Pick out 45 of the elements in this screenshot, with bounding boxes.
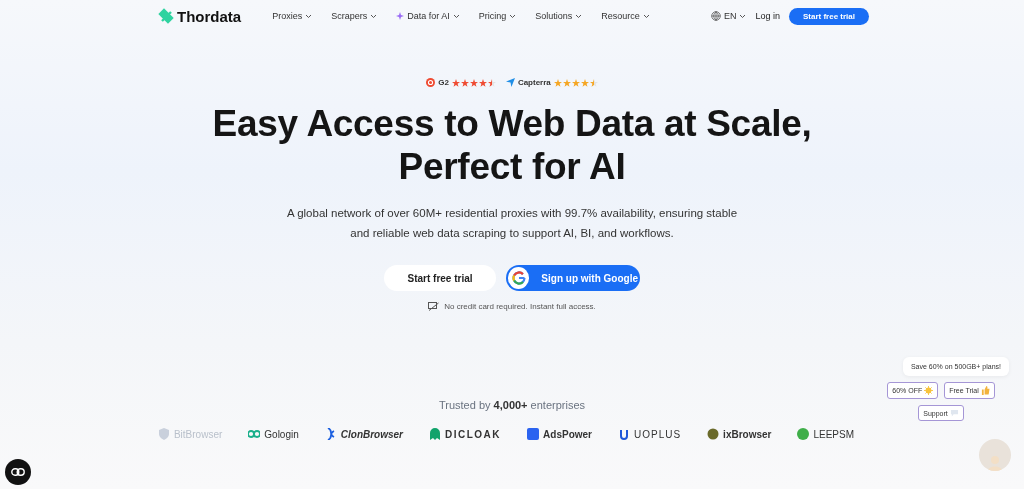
chat-button[interactable]: [5, 459, 31, 485]
chevron-down-icon: [509, 13, 517, 19]
speech-bubble-icon: [949, 409, 959, 417]
logo-icon: [158, 8, 174, 24]
chevron-down-icon: [575, 13, 583, 19]
partner-logo-name: UOPLUS: [634, 428, 682, 440]
arrow-flag-icon: [505, 78, 515, 87]
chevron-down-icon: [739, 13, 747, 19]
globe-icon: [710, 11, 721, 21]
partner-logo-name: Gologin: [264, 428, 299, 440]
card-icon: [428, 302, 440, 311]
sparkle-icon: [396, 12, 405, 20]
partner-logo-name: LEEPSM: [813, 428, 855, 440]
nav-menu-item[interactable]: Proxies: [272, 11, 313, 21]
rating-source: Capterra: [517, 78, 551, 87]
partner-logo-name: AdsPower: [543, 428, 592, 440]
nav-menu-item[interactable]: Pricing: [478, 11, 517, 21]
google-icon: [511, 271, 526, 285]
partner-logo-name: DICLOAK: [445, 428, 502, 440]
chevron-down-icon: [452, 13, 460, 19]
hero-subtitle: A global network of over 60M+ residential proxies with 99.7% availability, ensuring stable and reliable web data scraping to support AI, BI, and workflows.: [285, 206, 739, 241]
start-free-trial-button[interactable]: Start free trial: [384, 265, 496, 291]
chevron-down-icon: [370, 13, 378, 19]
nav-menu-item[interactable]: Solutions: [535, 11, 583, 21]
no-credit-card-note: No credit card required. Instant full access.: [444, 302, 596, 311]
chevron-down-icon: [642, 13, 650, 19]
google-signup-button[interactable]: Sign up with Google: [506, 265, 640, 291]
nav-menu-item[interactable]: Scrapers: [331, 11, 378, 21]
login-link[interactable]: Log in: [755, 11, 780, 21]
nav-menu-item[interactable]: Data for AI: [396, 11, 460, 21]
partner-logo-name: BitBrowser: [173, 428, 223, 440]
brand-name[interactable]: Thordata: [177, 7, 242, 25]
sun-icon: [924, 386, 934, 395]
chevron-down-icon: [305, 13, 313, 19]
trusted-text: Trusted by 4,000+ enterprises: [438, 399, 586, 411]
partner-logo-name: ClonBrowser: [340, 428, 403, 440]
thumbs-up-icon: [980, 386, 990, 395]
g2-logo-icon: [426, 78, 436, 87]
rating-source: G2: [438, 78, 449, 87]
start-free-trial-button[interactable]: Start free trial: [788, 7, 869, 25]
nav-menu-item[interactable]: Resource: [601, 11, 650, 21]
hero-heading: Easy Access to Web Data at Scale, Perfect for AI: [212, 102, 812, 188]
language-selector[interactable]: EN: [710, 11, 747, 21]
partner-logo-name: ixBrowser: [723, 428, 772, 440]
link-icon: [11, 468, 25, 476]
